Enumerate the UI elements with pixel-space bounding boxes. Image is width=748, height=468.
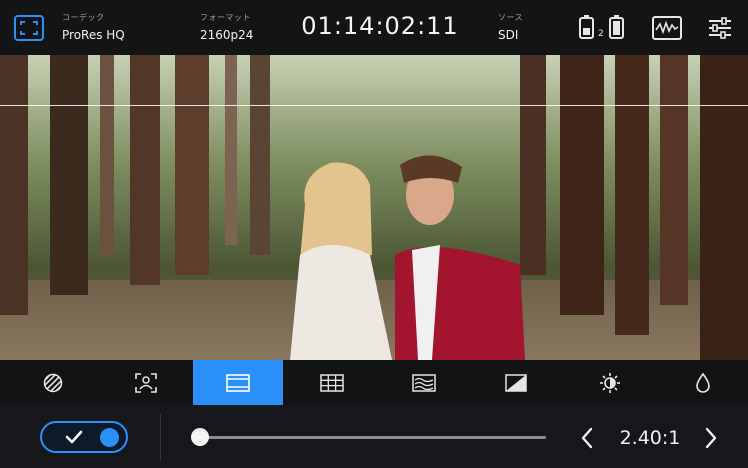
- frame-guide-top-line: [0, 105, 748, 106]
- tool-frame-guides[interactable]: [193, 360, 283, 405]
- codec-label: コーデック: [62, 13, 105, 22]
- monitoring-tools-bar: [0, 360, 748, 405]
- focus-assist-icon: [135, 372, 157, 393]
- lut-icon: [505, 373, 527, 392]
- timecode[interactable]: 01:14:02:11: [300, 12, 460, 40]
- false-color-icon: [412, 373, 436, 392]
- monitor-screen: コーデック ProRes HQ フォーマット 2160p24 01:14:02:…: [0, 0, 748, 468]
- format-label: フォーマット: [200, 13, 251, 22]
- zebra-icon: [43, 373, 63, 392]
- grid-icon: [320, 373, 344, 392]
- next-ratio-button[interactable]: [700, 426, 722, 450]
- aspect-ratio-value: 2.40:1: [619, 427, 681, 449]
- live-video-image: [0, 55, 748, 360]
- brightness-icon: [600, 372, 620, 393]
- previous-ratio-button[interactable]: [576, 426, 598, 450]
- tool-false-color[interactable]: [379, 360, 469, 405]
- codec-value[interactable]: ProRes HQ: [62, 28, 125, 42]
- opacity-slider-thumb[interactable]: [191, 428, 209, 446]
- settings-sliders-icon[interactable]: [707, 16, 733, 40]
- source-value[interactable]: SDI: [498, 28, 518, 42]
- opacity-slider-track[interactable]: [200, 436, 546, 439]
- frame-guides-icon: [226, 373, 250, 392]
- battery-slot-number: 2: [598, 29, 604, 39]
- tool-lut[interactable]: [471, 360, 561, 405]
- tool-zebra[interactable]: [8, 360, 98, 405]
- source-label: ソース: [498, 13, 524, 22]
- tool-brightness[interactable]: [565, 360, 655, 405]
- tool-focus-assist[interactable]: [101, 360, 191, 405]
- tool-saturation[interactable]: [658, 360, 748, 405]
- format-value[interactable]: 2160p24: [200, 28, 253, 42]
- fullscreen-icon[interactable]: [14, 15, 44, 41]
- saturation-icon: [696, 372, 710, 393]
- status-bar: コーデック ProRes HQ フォーマット 2160p24 01:14:02:…: [0, 0, 748, 55]
- chevron-left-icon: [581, 427, 593, 449]
- strip-divider: [160, 414, 161, 460]
- battery-status-icon: 2: [577, 14, 629, 42]
- chevron-right-icon: [705, 427, 717, 449]
- checkmark-icon: [65, 430, 83, 444]
- forest-scene: [0, 55, 748, 360]
- toggle-knob: [100, 428, 119, 447]
- tool-grids[interactable]: [287, 360, 377, 405]
- waveform-icon[interactable]: [652, 16, 682, 40]
- frame-guides-toggle[interactable]: [40, 421, 128, 453]
